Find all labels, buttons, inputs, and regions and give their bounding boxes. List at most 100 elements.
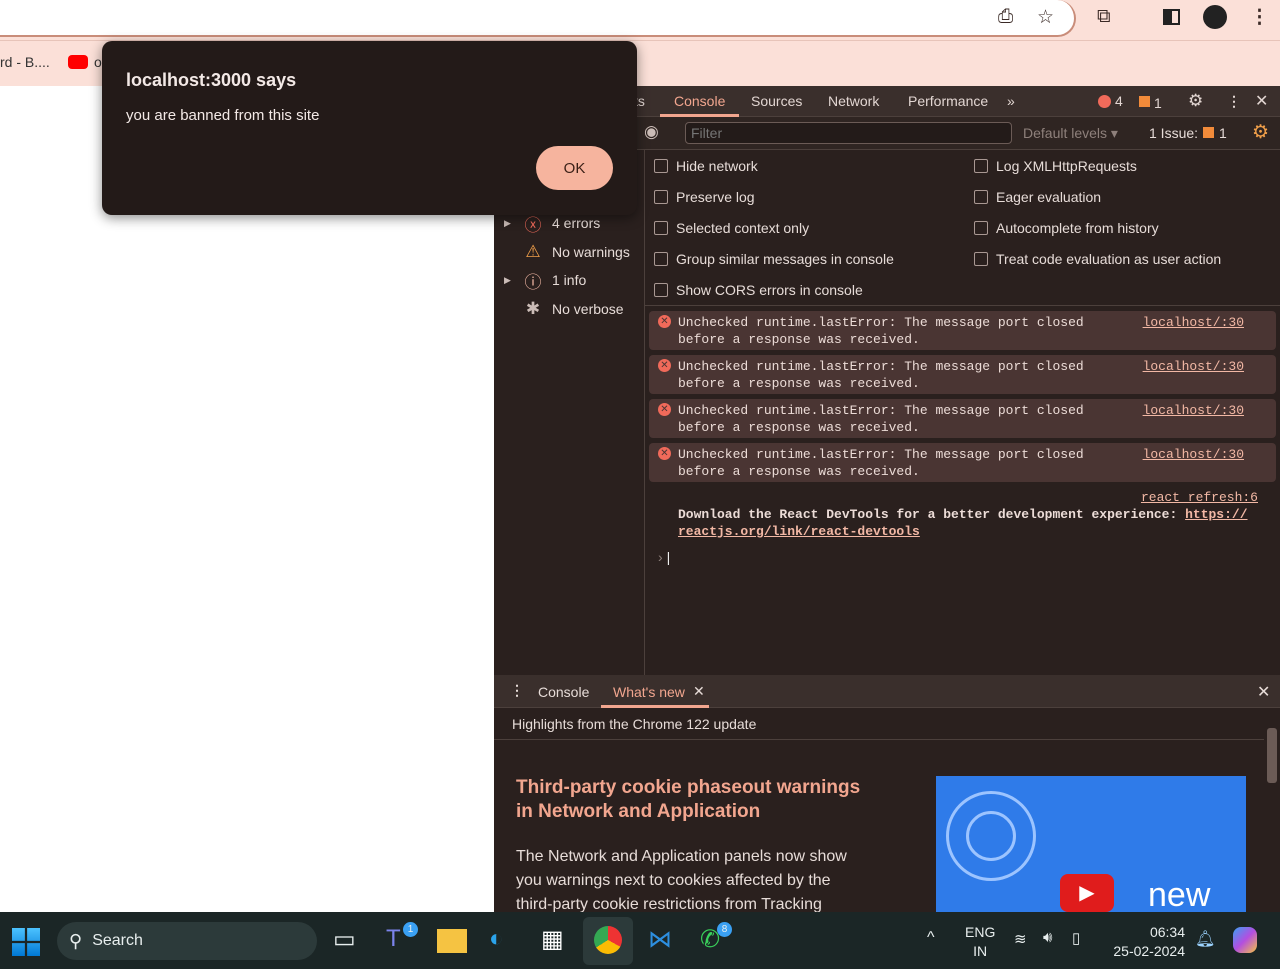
devtools-link[interactable]: https:// [1185, 507, 1247, 522]
close-devtools-icon[interactable]: ✕ [1255, 91, 1268, 111]
notification-bell-icon[interactable]: 🔔︎ [1195, 929, 1215, 949]
error-icon: ✕ [658, 359, 671, 372]
option-autocomplete[interactable]: Autocomplete from history [974, 218, 1221, 238]
dialog-message: you are banned from this site [126, 107, 320, 124]
error-icon: ✕ [658, 403, 671, 416]
source-link[interactable]: localhost/:30 [1143, 358, 1244, 375]
error-icon: ✕ [658, 447, 671, 460]
source-link[interactable]: localhost/:30 [1143, 446, 1244, 463]
option-eager-eval[interactable]: Eager evaluation [974, 187, 1221, 207]
source-link[interactable]: react refresh:6 [1141, 490, 1258, 505]
address-bar[interactable] [0, 0, 1076, 37]
ok-button[interactable]: OK [536, 146, 613, 190]
close-tab-icon[interactable]: ✕ [693, 683, 705, 700]
option-user-action[interactable]: Treat code evaluation as user action [974, 249, 1221, 269]
error-count[interactable]: 4 [1115, 93, 1123, 109]
drawer: ⋮ Console What's new ✕ ✕ Highlights from… [494, 675, 1280, 913]
extensions-icon[interactable]: ⧉ [1097, 6, 1111, 28]
bookmark-item[interactable]: o [94, 54, 102, 70]
tab-performance[interactable]: Performance [908, 93, 988, 109]
devtools-link[interactable]: reactjs.org/link/react-devtools [678, 524, 920, 539]
option-cors-errors[interactable]: Show CORS errors in console [654, 280, 894, 300]
eye-icon[interactable]: ◉ [644, 122, 659, 142]
vscode-icon[interactable]: ⋈ [648, 925, 672, 954]
copilot-icon[interactable] [1233, 927, 1257, 953]
console-settings-icon[interactable]: ⚙ [1252, 121, 1269, 144]
console-error-message: ✕ Unchecked runtime.lastError: The messag… [649, 443, 1276, 482]
option-selected-context[interactable]: Selected context only [654, 218, 894, 238]
search-icon: ⚲ [69, 930, 83, 951]
sidebar-item-warnings[interactable]: ⚠ No warnings [504, 239, 630, 265]
search-box[interactable]: ⚲ Search [57, 922, 317, 960]
sidebar-label: No verbose [552, 301, 624, 317]
teams-icon[interactable]: T [386, 925, 401, 953]
taskbar: ⚲ Search ▭ T 1 ◐ ▦ ⋈ ✆ 8 ^ ENG IN ≋ 🔊︎ ▯ 0… [0, 912, 1280, 969]
edge-icon[interactable]: ◐ [489, 925, 504, 953]
issues-label[interactable]: 1 Issue: [1149, 125, 1198, 141]
drawer-tabs: ⋮ Console What's new ✕ ✕ [494, 675, 1280, 708]
menu-icon[interactable]: ⋮ [1250, 6, 1269, 29]
tab-network[interactable]: Network [828, 93, 879, 109]
sidebar-item-info[interactable]: ▶ ⓘ 1 info [504, 267, 586, 293]
drawer-tab-console[interactable]: Console [538, 684, 589, 700]
battery-icon[interactable]: ▯ [1072, 929, 1080, 947]
filter-input[interactable] [685, 122, 1012, 144]
source-link[interactable]: localhost/:30 [1143, 402, 1244, 419]
youtube-icon [68, 55, 88, 69]
store-icon[interactable]: ▦ [541, 925, 564, 954]
option-log-xhr[interactable]: Log XMLHttpRequests [974, 156, 1221, 176]
log-levels-dropdown[interactable]: Default levels ▾ [1023, 125, 1118, 142]
volume-icon[interactable]: 🔊︎ [1043, 929, 1052, 946]
more-options-icon[interactable]: ⋮ [1227, 93, 1241, 110]
console-sidebar: ▶ ⓧ 4 errors ⚠ No warnings ▶ ⓘ 1 info ✱ No ver… [494, 150, 645, 676]
avatar[interactable] [1203, 5, 1227, 29]
bookmark-star-icon[interactable]: ☆ [1037, 6, 1054, 29]
console-error-message: ✕ Unchecked runtime.lastError: The messag… [649, 355, 1276, 394]
language-indicator[interactable]: ENG IN [965, 923, 995, 961]
side-panel-icon[interactable] [1163, 9, 1180, 25]
console-prompt[interactable]: › | [658, 549, 670, 565]
issues-count[interactable]: 1 [1219, 125, 1227, 141]
task-view-icon[interactable]: ▭ [333, 925, 356, 954]
option-preserve-log[interactable]: Preserve log [654, 187, 894, 207]
browser-toolbar: ⎙ ☆ ⧉ ⋮ [0, 0, 1280, 40]
console-error-message: ✕ Unchecked runtime.lastError: The messag… [649, 311, 1276, 350]
sidebar-label: No warnings [552, 244, 630, 260]
start-icon[interactable] [12, 928, 40, 956]
console-options-right: Log XMLHttpRequests Eager evaluation Aut… [974, 156, 1221, 269]
file-explorer-icon[interactable] [437, 929, 467, 953]
wifi-icon[interactable]: ≋ [1014, 930, 1027, 948]
source-link[interactable]: localhost/:30 [1143, 314, 1244, 331]
issue-icon [1203, 127, 1214, 138]
bookmark-item[interactable]: rd - B.... [0, 54, 50, 70]
highlights-header: Highlights from the Chrome 122 update [494, 708, 1264, 740]
scrollbar[interactable] [1264, 708, 1280, 912]
clock[interactable]: 06:34 25-02-2024 [1108, 923, 1185, 961]
install-app-icon[interactable]: ⎙ [998, 6, 1013, 28]
play-icon: ▶ [1060, 874, 1114, 912]
chrome-icon[interactable] [594, 926, 622, 954]
video-label: new [1148, 876, 1211, 912]
chevron-up-icon[interactable]: ^ [927, 929, 935, 947]
dialog-title: localhost:3000 says [126, 70, 297, 90]
drawer-tab-whats-new[interactable]: What's new [613, 684, 685, 700]
settings-icon[interactable]: ⚙ [1188, 91, 1203, 111]
close-drawer-icon[interactable]: ✕ [1257, 682, 1270, 702]
video-thumbnail[interactable]: ▶ new [936, 776, 1246, 912]
warning-icon: ⚠ [525, 242, 541, 261]
more-tabs-icon[interactable]: » [1007, 93, 1015, 109]
issue-icon[interactable] [1139, 96, 1150, 107]
console-options-left: Hide network Preserve log Selected conte… [654, 156, 894, 300]
info-icon: ⓘ [524, 272, 542, 292]
error-count-icon[interactable] [1098, 95, 1111, 108]
feature-heading[interactable]: Third-party cookie phaseout warnings in N… [516, 776, 860, 824]
tab-console[interactable]: Console [674, 93, 725, 109]
drawer-menu-icon[interactable]: ⋮ [510, 682, 524, 699]
console-error-message: ✕ Unchecked runtime.lastError: The messag… [649, 399, 1276, 438]
option-group-similar[interactable]: Group similar messages in console [654, 249, 894, 269]
issue-count[interactable]: 1 [1154, 95, 1162, 111]
tab-sources[interactable]: Sources [751, 93, 802, 109]
option-hide-network[interactable]: Hide network [654, 156, 894, 176]
sidebar-item-verbose[interactable]: ✱ No verbose [504, 296, 624, 322]
feature-description: The Network and Application panels now s… [516, 848, 847, 913]
